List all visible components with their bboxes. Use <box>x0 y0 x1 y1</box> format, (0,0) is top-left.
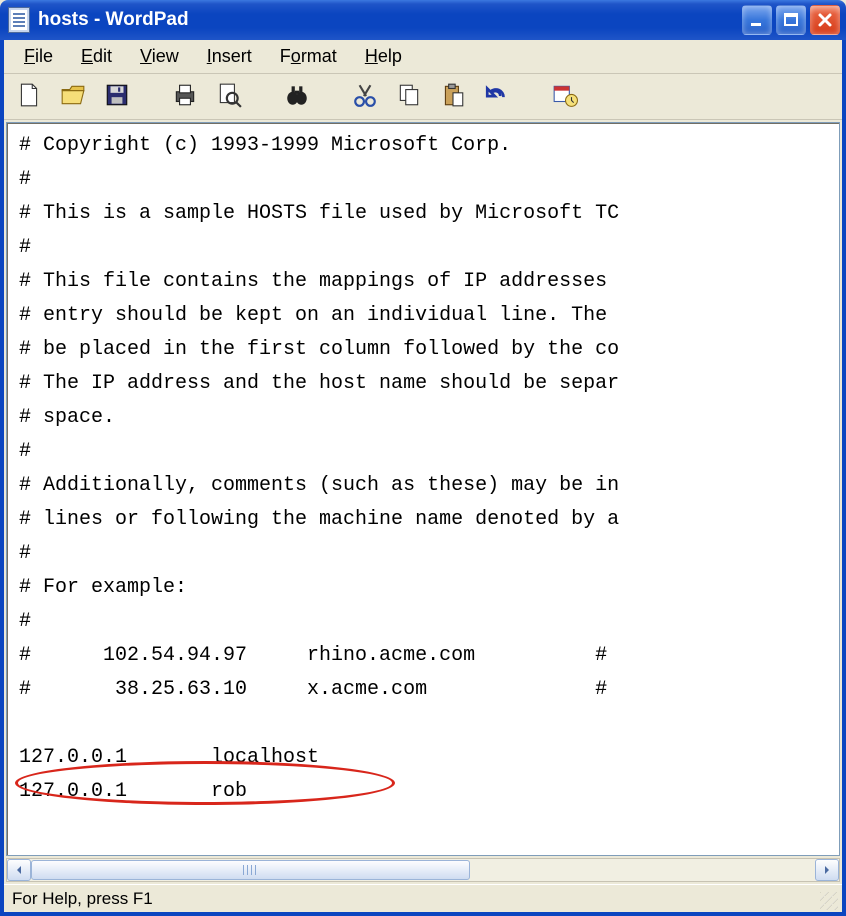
menu-insert[interactable]: Insert <box>195 42 268 71</box>
menu-file[interactable]: File <box>12 42 69 71</box>
print-preview-icon <box>216 82 242 111</box>
scroll-track[interactable] <box>31 859 815 881</box>
open-button[interactable] <box>58 82 88 112</box>
find-binoculars-icon <box>284 82 310 111</box>
print-preview-button[interactable] <box>214 82 244 112</box>
find-button[interactable] <box>282 82 312 112</box>
save-button[interactable] <box>102 82 132 112</box>
status-bar: For Help, press F1 <box>4 884 842 912</box>
status-text: For Help, press F1 <box>12 889 153 909</box>
menu-help[interactable]: Help <box>353 42 418 71</box>
horizontal-scrollbar[interactable] <box>6 858 840 882</box>
cut-button[interactable] <box>350 82 380 112</box>
undo-icon <box>484 82 510 111</box>
resize-grip-icon[interactable] <box>820 892 838 910</box>
paste-button[interactable] <box>438 82 468 112</box>
title-bar: hosts - WordPad <box>0 0 846 40</box>
wordpad-app-icon <box>8 7 30 33</box>
maximize-button[interactable] <box>776 5 806 35</box>
toolbar <box>4 74 842 120</box>
annotation-ellipse <box>15 761 395 805</box>
document-editor[interactable]: # Copyright (c) 1993-1999 Microsoft Corp… <box>6 122 840 856</box>
copy-button[interactable] <box>394 82 424 112</box>
print-button[interactable] <box>170 82 200 112</box>
menu-bar: File Edit View Insert Format Help <box>4 40 842 74</box>
datetime-button[interactable] <box>550 82 580 112</box>
menu-format[interactable]: Format <box>268 42 353 71</box>
minimize-button[interactable] <box>742 5 772 35</box>
window-title: hosts - WordPad <box>38 9 189 31</box>
scroll-left-button[interactable] <box>7 859 31 881</box>
scroll-right-button[interactable] <box>815 859 839 881</box>
copy-pages-icon <box>396 82 422 111</box>
new-document-icon <box>16 82 42 111</box>
menu-edit[interactable]: Edit <box>69 42 128 71</box>
insert-datetime-icon <box>552 82 578 111</box>
paste-clipboard-icon <box>440 82 466 111</box>
open-folder-icon <box>60 82 86 111</box>
scroll-thumb[interactable] <box>31 860 470 880</box>
save-floppy-icon <box>104 82 130 111</box>
undo-button[interactable] <box>482 82 512 112</box>
cut-scissors-icon <box>352 82 378 111</box>
close-button[interactable] <box>810 5 840 35</box>
new-button[interactable] <box>14 82 44 112</box>
print-icon <box>172 82 198 111</box>
menu-view[interactable]: View <box>128 42 195 71</box>
